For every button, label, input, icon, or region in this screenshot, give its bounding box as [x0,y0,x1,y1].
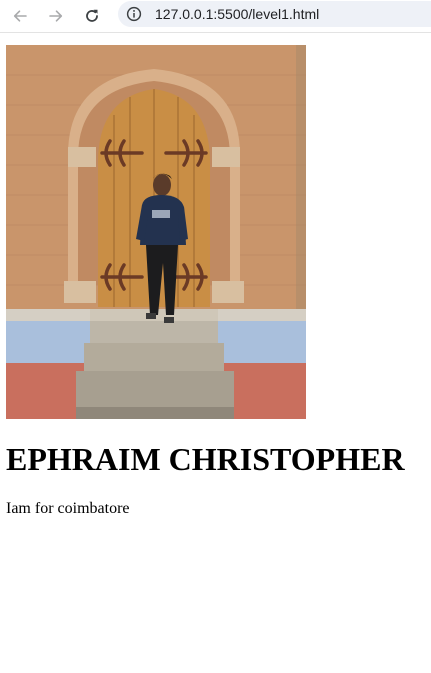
back-button[interactable] [8,4,32,28]
forward-button[interactable] [44,4,68,28]
url-text[interactable]: 127.0.0.1:5500/level1.html [155,5,319,23]
address-bar[interactable]: 127.0.0.1:5500/level1.html [118,1,431,27]
profile-photo [6,45,306,419]
reload-icon [86,9,98,22]
browser-toolbar: 127.0.0.1:5500/level1.html [0,0,431,33]
intro-paragraph: Iam for coimbatore [6,500,130,517]
arrow-right-icon [49,10,63,22]
page-heading: EPHRAIM CHRISTOPHER [6,441,405,477]
info-icon[interactable] [126,6,142,22]
arrow-left-icon [13,10,27,22]
reload-button[interactable] [80,4,104,28]
